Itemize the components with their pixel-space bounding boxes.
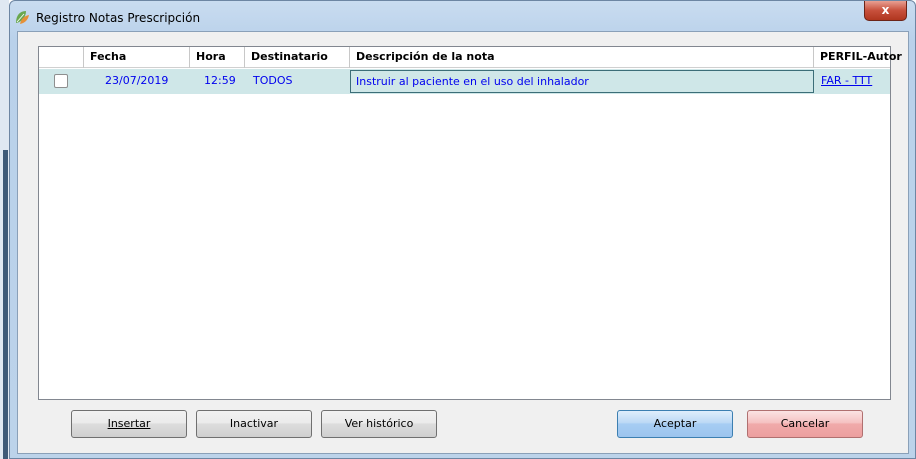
- cancel-button-label: Cancelar: [780, 417, 830, 430]
- close-button[interactable]: x: [864, 1, 907, 21]
- column-header-descripcion[interactable]: Descripción de la nota: [350, 47, 814, 68]
- title-bar[interactable]: Registro Notas Prescripción x: [10, 1, 915, 31]
- cell-descripcion[interactable]: Instruir al paciente en el uso del inhal…: [350, 70, 814, 93]
- accept-button-label: Aceptar: [653, 417, 697, 430]
- cell-fecha: 23/07/2019: [105, 74, 169, 87]
- app-leaf-icon: [16, 11, 29, 24]
- notes-grid: Fecha Hora Destinatario Descripción de l…: [38, 46, 902, 400]
- desktop-edge-dark: [3, 150, 8, 459]
- cell-destinatario: TODOS: [253, 74, 293, 87]
- dialog-window: Registro Notas Prescripción x Fecha Hora…: [9, 0, 916, 459]
- column-header-perfil-autor[interactable]: PERFIL-Autor: [814, 47, 902, 68]
- history-button-label: Ver histórico: [344, 417, 414, 430]
- deactivate-button-label: Inactivar: [229, 417, 279, 430]
- accept-button[interactable]: Aceptar: [617, 410, 733, 438]
- column-header-fecha[interactable]: Fecha: [84, 47, 190, 68]
- column-header-destinatario[interactable]: Destinatario: [245, 47, 350, 68]
- column-header-hora[interactable]: Hora: [190, 47, 245, 68]
- row-checkbox[interactable]: [54, 74, 68, 88]
- history-button[interactable]: Ver histórico: [321, 410, 437, 438]
- cell-hora: 12:59: [204, 74, 236, 87]
- close-icon: x: [881, 3, 890, 17]
- insert-button[interactable]: Insertar: [71, 410, 187, 438]
- grid-header: Fecha Hora Destinatario Descripción de l…: [39, 47, 902, 68]
- cell-perfil-autor-link[interactable]: FAR - TTT: [821, 69, 872, 94]
- cancel-button[interactable]: Cancelar: [747, 410, 863, 438]
- deactivate-button[interactable]: Inactivar: [196, 410, 312, 438]
- desktop-edge: [0, 0, 9, 459]
- table-row[interactable]: 23/07/2019 12:59 TODOS Instruir al pacie…: [39, 69, 890, 94]
- insert-button-label: Insertar: [107, 417, 151, 430]
- window-title: Registro Notas Prescripción: [36, 11, 201, 25]
- column-header-check[interactable]: [39, 47, 84, 68]
